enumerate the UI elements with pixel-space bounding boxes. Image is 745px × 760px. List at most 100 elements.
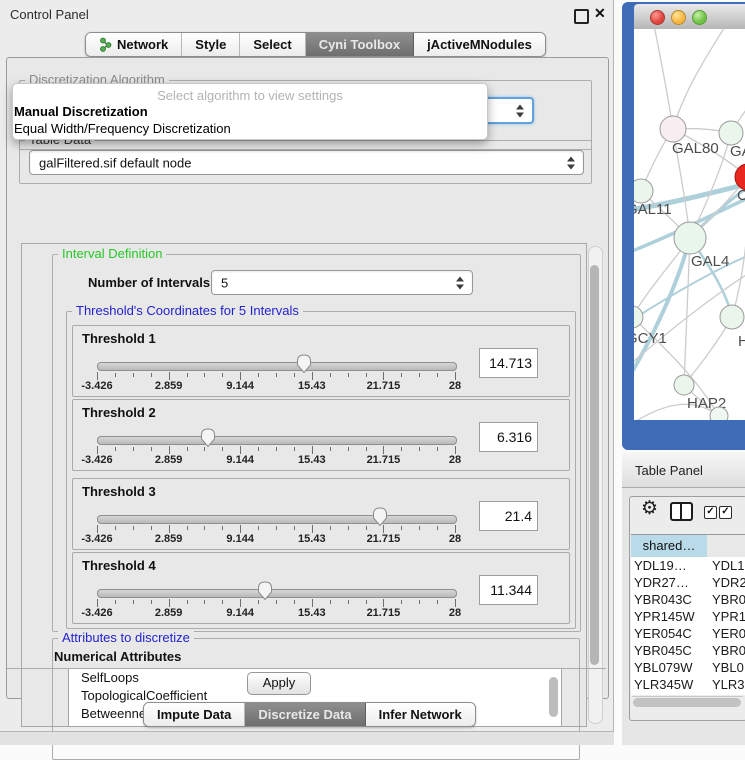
close-traffic-light-icon[interactable] bbox=[650, 10, 665, 25]
slider-tick-label: -3.426 bbox=[81, 454, 112, 466]
cell-shared-name: YDR27… bbox=[634, 575, 689, 590]
threshold-slider-track[interactable] bbox=[97, 436, 457, 445]
algorithm-option-equal-width-frequency-discretization[interactable]: Equal Width/Frequency Discretization bbox=[14, 121, 231, 136]
network-icon bbox=[99, 37, 112, 52]
float-window-icon[interactable] bbox=[574, 9, 589, 24]
tab-impute-data[interactable]: Impute Data bbox=[144, 703, 245, 726]
split-columns-icon[interactable] bbox=[670, 502, 693, 521]
network-node-h[interactable] bbox=[720, 305, 744, 329]
minimize-traffic-light-icon[interactable] bbox=[671, 10, 686, 25]
slider-minor-tick bbox=[133, 526, 134, 530]
network-node-ga[interactable] bbox=[719, 121, 743, 145]
settings-scrollbar[interactable] bbox=[588, 246, 603, 724]
network-graph[interactable]: GAL80GACGAL11GAL4GCY1HHAP2 bbox=[634, 29, 745, 420]
table-row[interactable]: YDR27… YDR2 bbox=[631, 574, 745, 591]
network-edge[interactable] bbox=[654, 29, 673, 129]
slider-minor-tick bbox=[276, 447, 277, 451]
slider-minor-tick bbox=[437, 526, 438, 530]
tab-infer-network[interactable]: Infer Network bbox=[366, 703, 475, 726]
tab-network[interactable]: Network bbox=[86, 33, 182, 56]
threshold-slider-thumb[interactable] bbox=[200, 428, 216, 448]
node-table[interactable]: shared…nYDL19…YDL1YDR27…YDR2YBR043CYBR0Y… bbox=[631, 534, 745, 695]
slider-minor-tick bbox=[222, 447, 223, 451]
combo-stepper-icon[interactable] bbox=[567, 156, 575, 169]
apply-button[interactable]: Apply bbox=[247, 672, 311, 695]
table-row[interactable]: YBL079WYBL0 bbox=[631, 659, 745, 676]
slider-major-tick bbox=[455, 599, 456, 607]
table-data-combobox[interactable]: galFiltered.sif default node bbox=[29, 150, 584, 175]
network-edge[interactable] bbox=[673, 29, 726, 129]
tab-jactivemnodules[interactable]: jActiveMNodules bbox=[414, 33, 545, 56]
algorithm-option-manual-discretization[interactable]: Manual Discretization bbox=[14, 104, 148, 119]
slider-major-tick bbox=[169, 446, 170, 454]
network-node-gal11[interactable] bbox=[634, 179, 653, 203]
network-window-titlebar[interactable] bbox=[634, 4, 745, 30]
threshold-slider-thumb[interactable] bbox=[372, 507, 388, 527]
checkbox-icon[interactable]: ✓ bbox=[719, 506, 732, 519]
table-row[interactable]: YDL19…YDL1 bbox=[631, 557, 745, 574]
checkbox-icon[interactable]: ✓ bbox=[704, 506, 717, 519]
network-node[interactable] bbox=[710, 407, 728, 420]
network-node-label: GAL4 bbox=[691, 253, 729, 270]
table-row[interactable]: YPR145WYPR1 bbox=[631, 608, 745, 625]
slider-major-tick bbox=[240, 525, 241, 533]
column-header-n[interactable]: n bbox=[707, 534, 745, 558]
window-title: Control Panel bbox=[10, 7, 89, 22]
number-of-intervals-spinner[interactable]: 5 bbox=[211, 270, 473, 295]
combo-stepper-icon[interactable] bbox=[516, 104, 524, 117]
tab-select[interactable]: Select bbox=[240, 33, 305, 56]
attributes-scrollbar-thumb[interactable] bbox=[549, 677, 558, 717]
threshold-panel-3: Threshold 3-3.4262.8599.14415.4321.71528… bbox=[72, 478, 570, 550]
table-row[interactable]: YBR045CYBR0 bbox=[631, 642, 745, 659]
table-row[interactable]: YLR345WYLR3 bbox=[631, 676, 745, 693]
cell-name: YDR2 bbox=[712, 575, 745, 590]
slider-tick-label: 28 bbox=[449, 533, 461, 545]
slider-minor-tick bbox=[276, 600, 277, 604]
zoom-traffic-light-icon[interactable] bbox=[692, 10, 707, 25]
spinner-stepper-icon[interactable] bbox=[456, 276, 464, 289]
gear-icon[interactable]: ⚙ bbox=[641, 499, 658, 518]
tab-style[interactable]: Style bbox=[182, 33, 240, 56]
threshold-value-field[interactable]: 6.316 bbox=[479, 422, 538, 452]
table-row[interactable]: YER054CYER0 bbox=[631, 625, 745, 642]
threshold-list: Threshold 1-3.4262.8599.14415.4321.71528… bbox=[66, 311, 574, 627]
network-node-hap2[interactable] bbox=[674, 375, 694, 395]
slider-minor-tick bbox=[258, 373, 259, 377]
network-node-gal4[interactable] bbox=[674, 222, 706, 254]
slider-minor-tick bbox=[204, 526, 205, 530]
threshold-slider-thumb[interactable] bbox=[257, 581, 273, 601]
settings-scrollbar-thumb[interactable] bbox=[590, 265, 599, 665]
network-node-gcy1[interactable] bbox=[634, 306, 643, 328]
attribute-item-selfloops[interactable]: SelfLoops bbox=[69, 669, 561, 687]
network-node-gal80[interactable] bbox=[660, 116, 686, 142]
threshold-slider-thumb[interactable] bbox=[296, 354, 312, 374]
table-panel-title: Table Panel bbox=[635, 463, 703, 478]
threshold-slider-track[interactable] bbox=[97, 589, 457, 598]
slider-tick-label: 28 bbox=[449, 454, 461, 466]
threshold-value-field[interactable]: 21.4 bbox=[479, 501, 538, 531]
threshold-label: Threshold 2 bbox=[82, 405, 156, 420]
table-hscrollbar-thumb[interactable] bbox=[633, 698, 741, 707]
tab-cyni-toolbox[interactable]: Cyni Toolbox bbox=[306, 33, 414, 56]
slider-minor-tick bbox=[330, 373, 331, 377]
number-of-intervals-label: Number of Intervals bbox=[88, 275, 210, 290]
column-header-shared[interactable]: shared… bbox=[631, 534, 708, 558]
slider-major-tick bbox=[97, 372, 98, 380]
close-icon[interactable]: ✕ bbox=[594, 5, 606, 22]
threshold-value-field[interactable]: 11.344 bbox=[479, 575, 538, 605]
table-row[interactable]: YBR043CYBR0 bbox=[631, 591, 745, 608]
slider-minor-tick bbox=[222, 526, 223, 530]
threshold-slider-track[interactable] bbox=[97, 362, 457, 371]
network-canvas[interactable]: GAL80GACGAL11GAL4GCY1HHAP2 bbox=[634, 29, 745, 420]
slider-minor-tick bbox=[437, 447, 438, 451]
slider-minor-tick bbox=[419, 447, 420, 451]
threshold-value-field[interactable]: 14.713 bbox=[479, 348, 538, 378]
slider-minor-tick bbox=[366, 600, 367, 604]
slider-major-tick bbox=[97, 599, 98, 607]
table-row[interactable]: YIL052CYIL0 bbox=[631, 693, 745, 695]
tab-discretize-data[interactable]: Discretize Data bbox=[245, 703, 365, 726]
table-hscrollbar[interactable] bbox=[632, 696, 743, 708]
slider-major-tick bbox=[455, 525, 456, 533]
cyni-toolbox-panel: Discretization Algorithm Table Data galF… bbox=[6, 57, 609, 699]
threshold-slider-track[interactable] bbox=[97, 515, 457, 524]
